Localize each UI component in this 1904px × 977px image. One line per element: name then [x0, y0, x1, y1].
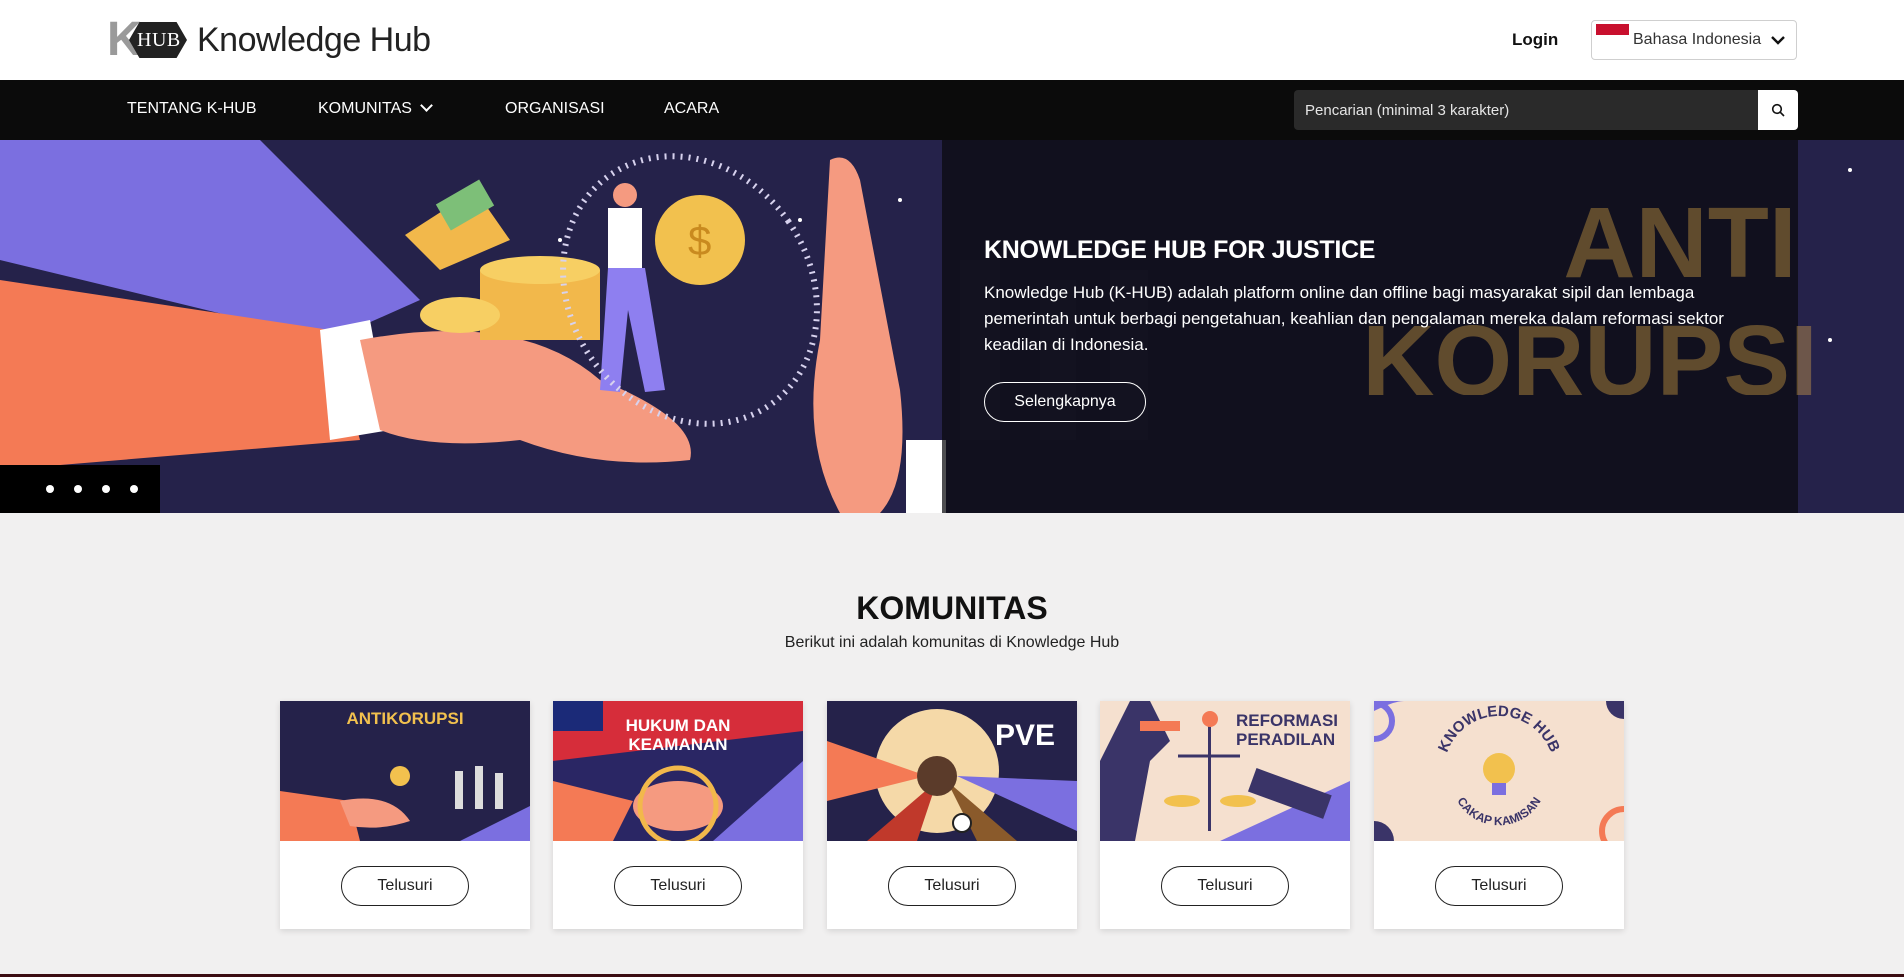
- carousel-dot[interactable]: [46, 485, 54, 493]
- search-input[interactable]: [1294, 90, 1758, 130]
- hero-title: KNOWLEDGE HUB FOR JUSTICE: [984, 236, 1376, 264]
- nav-tentang-khub[interactable]: TENTANG K-HUB: [127, 100, 256, 118]
- indonesia-flag-icon: [1596, 24, 1629, 46]
- chevron-down-icon: [420, 99, 433, 112]
- community-image-pve[interactable]: PVE: [827, 701, 1077, 841]
- nav-acara[interactable]: ACARA: [664, 100, 719, 118]
- card-label-hukum-keamanan: HUKUM DAN KEAMANAN: [553, 716, 803, 754]
- card-label-pve: PVE: [995, 719, 1056, 752]
- search-icon: [1771, 103, 1785, 117]
- explore-button-cakap-kamisan[interactable]: Telusuri: [1435, 866, 1563, 906]
- nav-komunitas[interactable]: KOMUNITAS: [318, 99, 433, 118]
- chevron-down-icon: [1771, 36, 1785, 45]
- login-link[interactable]: Login: [1512, 30, 1558, 50]
- site-logo[interactable]: K HUB Knowledge Hub: [107, 16, 431, 64]
- carousel-dot[interactable]: [74, 485, 82, 493]
- main-nav: TENTANG K-HUB KOMUNITAS ORGANISASI ACARA: [0, 80, 1904, 140]
- k-hub-logo-mark: K HUB: [107, 16, 189, 64]
- hero-banner: $ ANTI KORUPSI KNOWLEDGE HUB FOR JUSTICE…: [0, 140, 1904, 513]
- carousel-dot[interactable]: [130, 485, 138, 493]
- nav-organisasi[interactable]: ORGANISASI: [505, 100, 605, 118]
- card-label-line1: REFORMASI: [1236, 711, 1338, 730]
- card-label-line1: HUKUM DAN: [625, 716, 731, 735]
- hero-more-button[interactable]: Selengkapnya: [984, 382, 1146, 422]
- card-label-line2: PERADILAN: [1236, 730, 1336, 749]
- communities-subtitle: Berikut ini adalah komunitas di Knowledg…: [784, 634, 1120, 651]
- community-image-reformasi-peradilan[interactable]: REFORMASI PERADILAN: [1100, 701, 1350, 841]
- explore-button-reformasi-peradilan[interactable]: Telusuri: [1161, 866, 1289, 906]
- community-card-cakap-kamisan: KNOWLEDGE HUB CAKAP KAMISAN Telusuri: [1374, 701, 1624, 929]
- logo-hub-text: HUB: [137, 29, 181, 51]
- community-card-pve: PVE Telusuri: [827, 701, 1077, 929]
- carousel-dot[interactable]: [102, 485, 110, 493]
- nav-komunitas-label: KOMUNITAS: [318, 100, 412, 117]
- card-label-reformasi-peradilan: REFORMASI PERADILAN: [1236, 711, 1338, 749]
- card-label-antikorupsi: ANTIKORUPSI: [346, 709, 464, 728]
- community-card-antikorupsi: ANTIKORUPSI Telusuri: [280, 701, 530, 929]
- svg-text:$: $: [688, 217, 711, 264]
- explore-button-antikorupsi[interactable]: Telusuri: [341, 866, 469, 906]
- community-card-reformasi-peradilan: REFORMASI PERADILAN Telusuri: [1100, 701, 1350, 929]
- carousel-indicators: [0, 465, 160, 513]
- top-header: K HUB Knowledge Hub Login Bahasa Indones…: [0, 0, 1904, 80]
- hero-description: Knowledge Hub (K-HUB) adalah platform on…: [984, 283, 1724, 354]
- communities-title: KOMUNITAS: [856, 590, 1048, 626]
- explore-button-pve[interactable]: Telusuri: [888, 866, 1016, 906]
- community-image-antikorupsi[interactable]: ANTIKORUPSI: [280, 701, 530, 841]
- community-image-cakap-kamisan[interactable]: KNOWLEDGE HUB CAKAP KAMISAN: [1374, 701, 1624, 841]
- language-selected: Bahasa Indonesia: [1633, 31, 1762, 48]
- explore-button-hukum-keamanan[interactable]: Telusuri: [614, 866, 742, 906]
- language-select[interactable]: Bahasa Indonesia: [1591, 20, 1797, 60]
- search-button[interactable]: [1758, 90, 1798, 130]
- community-card-hukum-keamanan: HUKUM DAN KEAMANAN Telusuri: [553, 701, 803, 929]
- search-box: [1294, 90, 1798, 130]
- card-label-line2: KEAMANAN: [628, 735, 728, 754]
- community-image-hukum-keamanan[interactable]: HUKUM DAN KEAMANAN: [553, 701, 803, 841]
- logo-title: Knowledge Hub: [197, 20, 431, 59]
